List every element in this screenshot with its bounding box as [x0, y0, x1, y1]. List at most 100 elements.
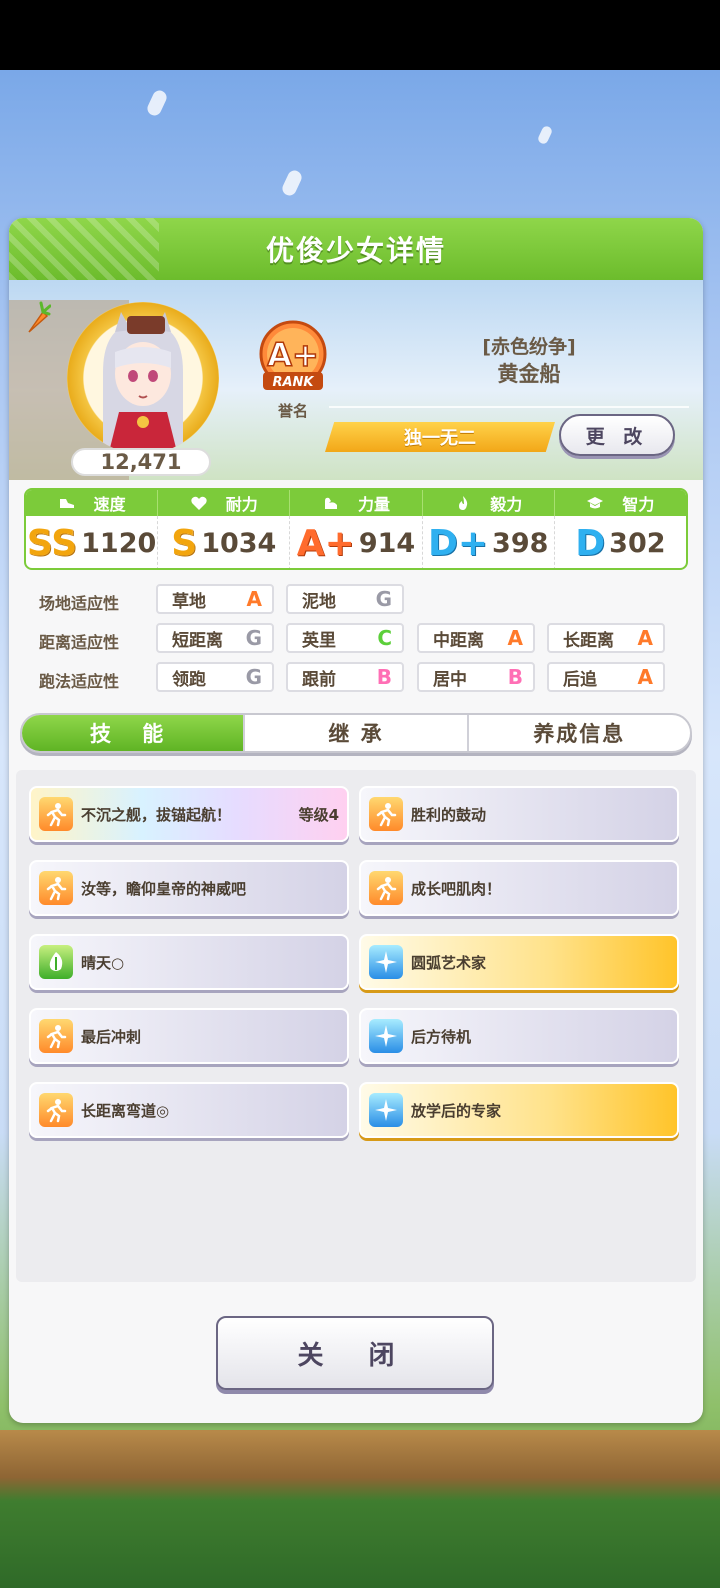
skill-name: 不沉之舰，拔锚起航！: [81, 805, 232, 824]
sparkle-icon: [369, 945, 403, 979]
aptitude-grade: G: [245, 626, 262, 650]
skill-item[interactable]: 成长吧肌肉！: [359, 860, 679, 916]
aptitude-medium: 中距离 A: [417, 623, 535, 653]
rank-badge-text: A+: [267, 336, 319, 374]
skill-name: 成长吧肌肉！: [411, 879, 502, 898]
aptitude-name: 领跑: [172, 669, 206, 690]
aptitude-long: 长距离 A: [547, 623, 665, 653]
aptitude-pace: 跟前 B: [286, 662, 404, 692]
dialog-header: 优俊少女详情: [9, 218, 703, 280]
aptitude-name: 跟前: [302, 669, 336, 690]
sparkle-decoration: [280, 168, 304, 198]
stat-wisdom: D 302: [555, 516, 686, 568]
skill-name: 晴天○: [81, 953, 125, 972]
tab-skills[interactable]: 技 能: [22, 715, 246, 751]
skill-item[interactable]: 后方待机: [359, 1008, 679, 1064]
skill-item[interactable]: 汝等，瞻仰皇帝的神威吧: [29, 860, 349, 916]
stat-header-stamina: 耐力: [158, 490, 291, 516]
stat-power: A+ 914: [290, 516, 423, 568]
skill-level: 等级4: [298, 805, 339, 824]
skill-name: 胜利的鼓动: [411, 805, 487, 824]
aptitude-grade: C: [377, 626, 392, 650]
stat-label: 速度: [93, 495, 126, 514]
style-aptitude-row: 跑法适应性 领跑 G 跟前 B 居中 B 后追 A: [9, 662, 703, 694]
skill-item[interactable]: 晴天○: [29, 934, 349, 990]
aptitude-name: 后追: [563, 669, 597, 690]
sun-leaf-icon: [39, 945, 73, 979]
aptitude-label: 场地适应性: [39, 594, 120, 613]
sparkle-icon: [369, 1019, 403, 1053]
aptitude-name: 英里: [302, 630, 336, 651]
stat-guts: D+ 398: [423, 516, 555, 568]
aptitude-grade: A: [246, 587, 262, 611]
header-stripes: [9, 218, 159, 280]
stat-header-speed: 速度: [26, 490, 159, 516]
aptitude-grade: A: [637, 665, 653, 689]
stat-value: 914: [358, 527, 416, 559]
flame-icon: [459, 496, 468, 510]
avatar[interactable]: [67, 302, 219, 454]
running-icon: [39, 871, 73, 905]
detail-tabs: 技 能 继 承 养成信息: [20, 713, 692, 753]
racetrack: [0, 1430, 720, 1588]
aptitude-grade: A: [637, 626, 653, 650]
aptitude-grade: G: [375, 587, 392, 611]
stat-value: 398: [492, 527, 549, 559]
skill-name: 汝等，瞻仰皇帝的神威吧: [81, 879, 247, 898]
stat-speed: SS 1120: [26, 516, 159, 568]
dialog-title: 优俊少女详情: [265, 234, 446, 267]
skill-item[interactable]: 放学后的专家: [359, 1082, 679, 1138]
running-icon: [369, 797, 403, 831]
skill-item[interactable]: 长距离弯道◎: [29, 1082, 349, 1138]
stats-values: SS 1120 S 1034 A+ 914 D+ 398 D 302: [26, 516, 686, 568]
aptitude-label: 跑法适应性: [39, 672, 120, 691]
tab-inheritance[interactable]: 继 承: [245, 715, 469, 751]
stat-grade: D: [575, 522, 606, 564]
tab-training-info[interactable]: 养成信息: [469, 715, 690, 751]
sparkle-icon: [369, 1093, 403, 1127]
stat-value: 1120: [81, 527, 157, 559]
aptitude-short: 短距离 G: [156, 623, 274, 653]
stat-grade: A+: [296, 522, 355, 564]
aptitude-end: 后追 A: [547, 662, 665, 692]
running-icon: [39, 797, 73, 831]
stat-value: 1034: [201, 527, 277, 559]
skill-item[interactable]: 胜利的鼓动: [359, 786, 679, 842]
character-title: [赤色纷争]: [482, 336, 576, 358]
skill-name: 圆弧艺术家: [411, 953, 487, 972]
rank-label: 誉名: [277, 402, 308, 420]
rank-badge-icon: A+ RANK: [259, 320, 327, 390]
rating-score: 12,471: [71, 448, 211, 476]
skill-item[interactable]: 最后冲刺: [29, 1008, 349, 1064]
running-icon: [369, 871, 403, 905]
distance-aptitude-row: 距离适应性 短距离 G 英里 C 中距离 A 长距离 A: [9, 623, 703, 655]
skills-list: 不沉之舰，拔锚起航！ 等级4 胜利的鼓动 汝等，瞻仰皇帝的神威吧 成长吧肌肉！: [16, 770, 696, 1282]
aptitude-grade: B: [507, 665, 523, 689]
aptitude-mile: 英里 C: [286, 623, 404, 653]
aptitude-late: 居中 B: [417, 662, 535, 692]
skill-item[interactable]: 圆弧艺术家: [359, 934, 679, 990]
change-epithet-button[interactable]: 更 改: [559, 414, 675, 456]
aptitude-label: 距离适应性: [39, 633, 120, 652]
skill-name: 放学后的专家: [411, 1101, 502, 1120]
divider: [329, 406, 689, 408]
running-icon: [39, 1093, 73, 1127]
track-aptitude-row: 场地适应性 草地 A 泥地 G: [9, 584, 703, 616]
aptitude-grade: G: [245, 665, 262, 689]
character-name: 黄金船: [497, 362, 561, 386]
stat-label: 智力: [622, 495, 655, 514]
aptitude-name: 居中: [433, 669, 467, 690]
skill-name: 最后冲刺: [81, 1027, 142, 1046]
close-button[interactable]: 关 闭: [216, 1316, 494, 1390]
aptitude-name: 泥地: [302, 591, 336, 612]
carrot-icon: [28, 301, 51, 333]
skill-item[interactable]: 不沉之舰，拔锚起航！ 等级4: [29, 786, 349, 842]
aptitude-front: 领跑 G: [156, 662, 274, 692]
stat-value: 302: [609, 527, 666, 559]
running-icon: [39, 1019, 73, 1053]
aptitude-grade: B: [376, 665, 392, 689]
stat-label: 耐力: [225, 495, 258, 514]
rank-word: RANK: [272, 375, 314, 390]
graduation-cap-icon: [587, 497, 604, 509]
character-detail-dialog: 优俊少女详情 12,471 A+ RANK 誉名 [赤色纷争] 黄金船 独一无二…: [9, 218, 703, 1423]
